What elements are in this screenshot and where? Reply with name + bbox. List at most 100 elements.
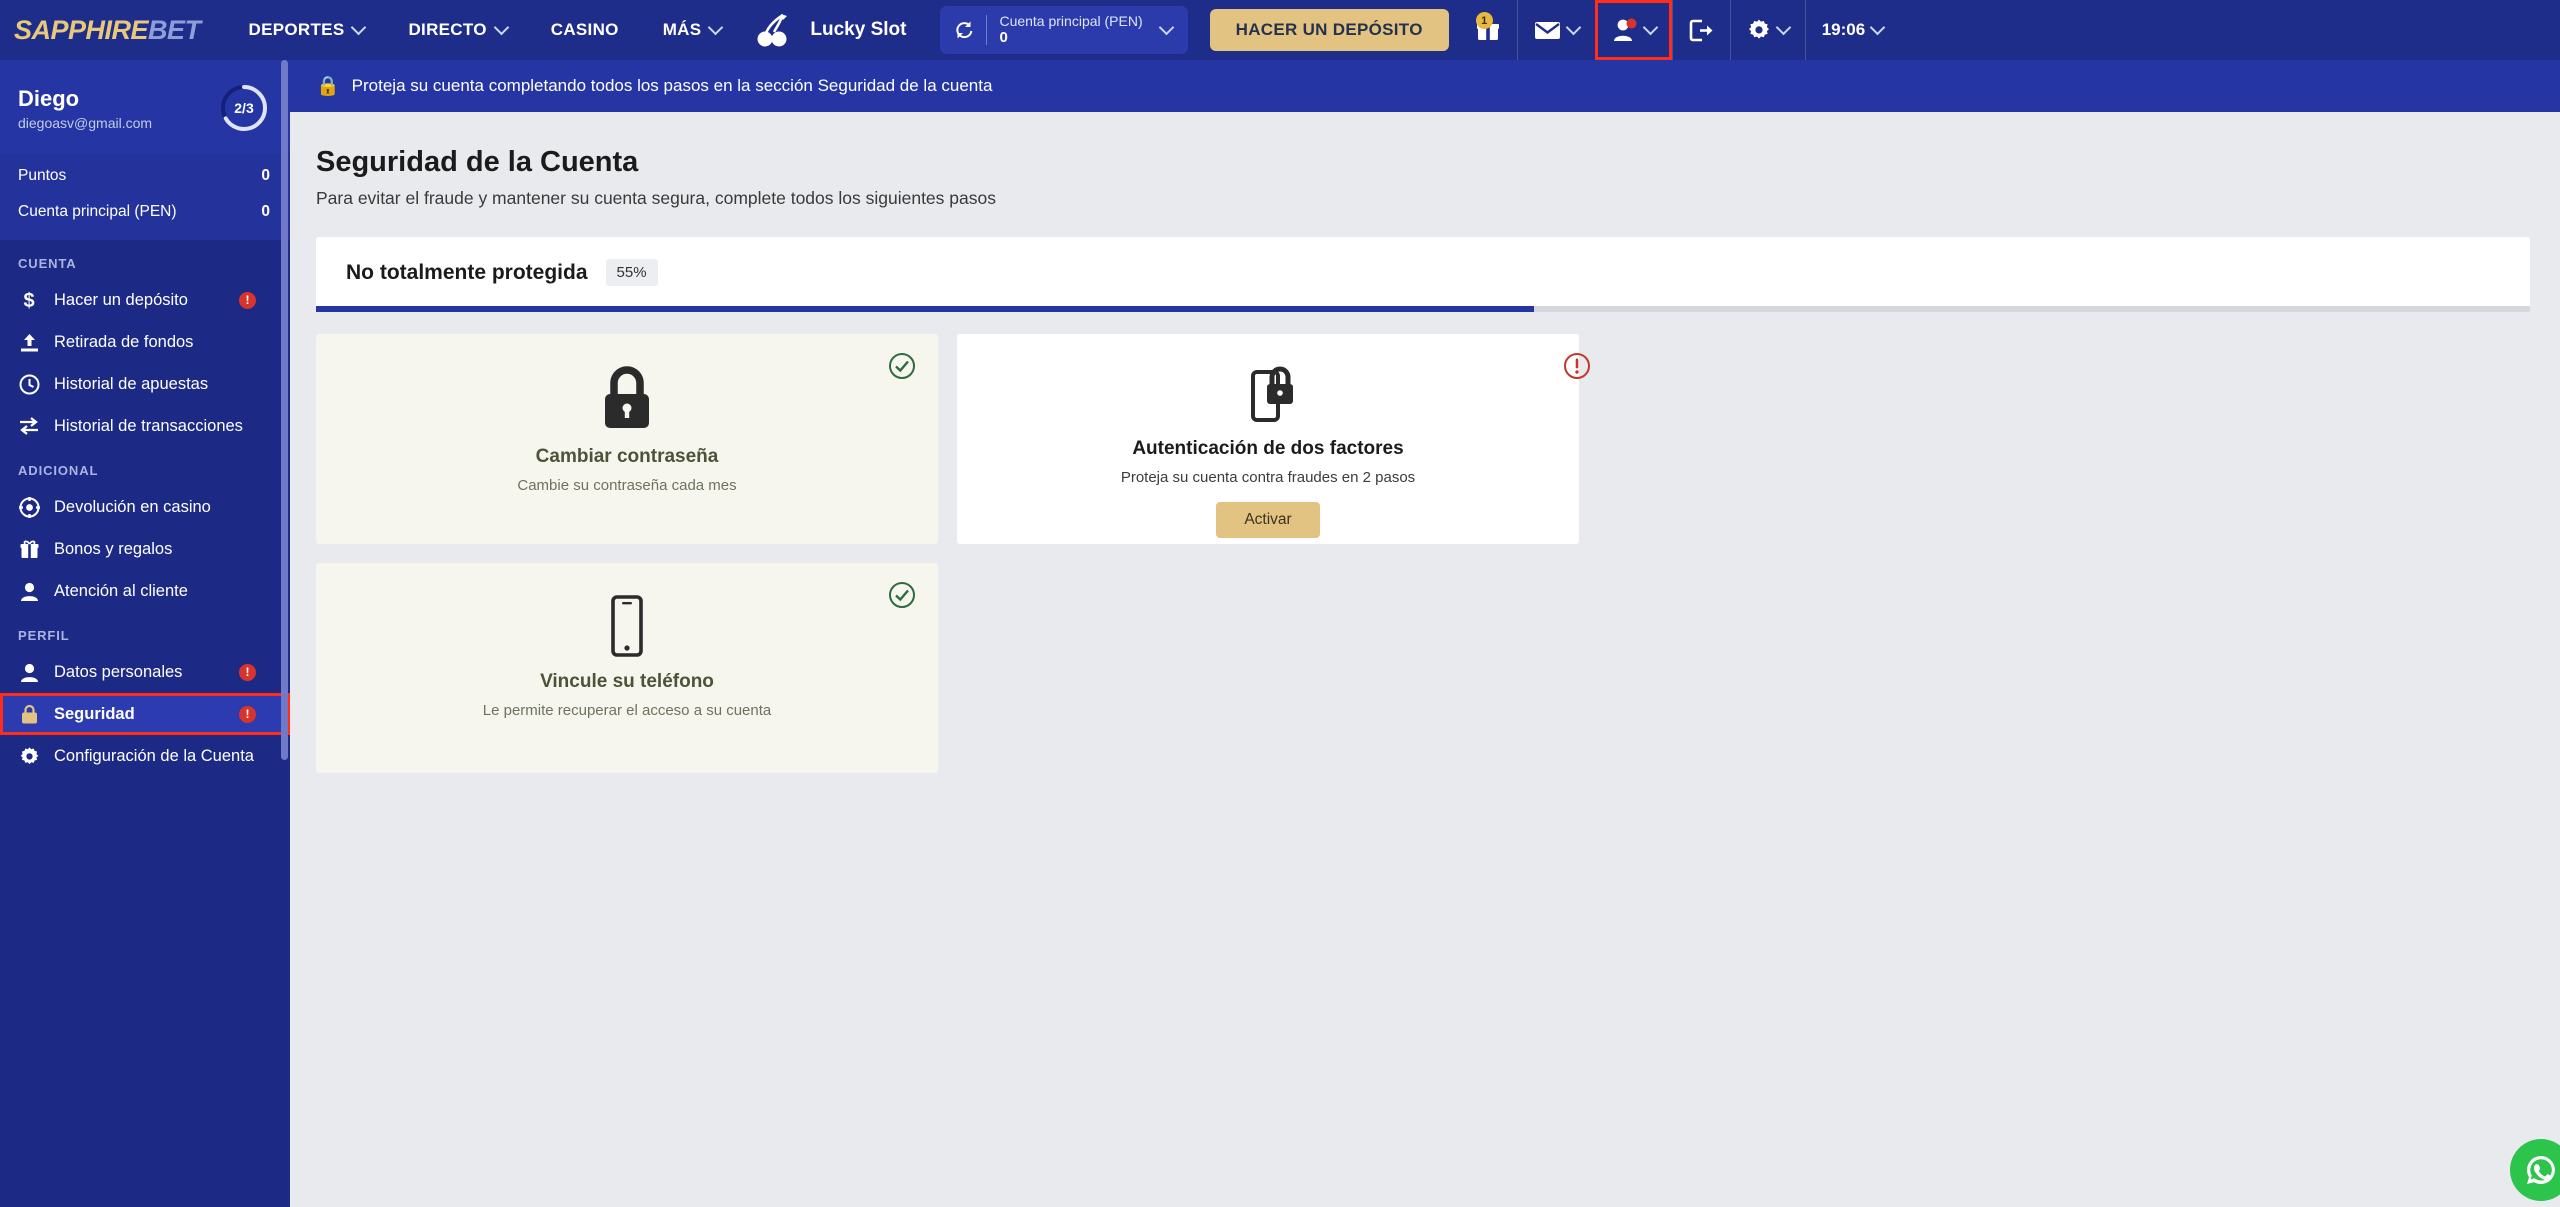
sidebar-item-configuracion-de-la-cuenta[interactable]: Configuración de la Cuenta [0,735,290,777]
profile-name: Diego [18,86,80,112]
nav-item-mas[interactable]: MÁS [641,0,744,60]
user-account-menu-button[interactable] [1594,0,1672,60]
sidebar-item-devolucion-en-casino[interactable]: Devolución en casino [0,486,290,528]
clock-label: 19:06 [1821,20,1866,39]
security-card-cambiar-contrasena[interactable]: Cambiar contraseña Cambie su contraseña … [316,334,938,544]
sidebar-balance-puntos[interactable]: Puntos 0 [0,158,290,194]
sidebar-item-label: Configuración de la Cuenta [54,746,254,765]
gear-icon [1748,19,1769,39]
sidebar-item-label: Atención al cliente [54,581,188,600]
messages-button[interactable] [1516,0,1595,60]
person-icon [18,661,40,683]
gift-icon [18,538,40,560]
protection-percent-badge: 55% [605,259,658,286]
nav-item-deportes[interactable]: DEPORTES [227,0,387,60]
logout-icon [1689,19,1713,41]
sidebar-item-label: Bonos y regalos [54,539,173,558]
sidebar-scrollbar[interactable] [281,60,288,760]
whatsapp-icon [2527,1156,2555,1184]
sidebar-item-historial-de-apuestas[interactable]: Historial de apuestas [0,363,290,405]
profile-progress-ring: 2/3 [218,82,270,134]
nav-item-casino[interactable]: CASINO [529,0,641,60]
sidebar-item-bonos-y-regalos[interactable]: Bonos y regalos [0,528,290,570]
gear-icon [18,745,40,767]
phone-icon [611,595,643,657]
sidebar: Diego diegoasv@gmail.com 2/3 Puntos 0 Cu… [0,60,290,1207]
header-icon-group: 1 19:06 [1459,0,1899,60]
support-icon [18,580,40,602]
sidebar-section-title-perfil: PERFIL [18,628,70,643]
svg-text:$: $ [23,290,34,311]
promo-lucky-slot[interactable]: Lucky Slot [743,0,922,60]
card-description: Proteja su cuenta contra fraudes en 2 pa… [1120,469,1416,486]
refresh-icon[interactable] [954,20,974,40]
divider [986,15,988,45]
logo-primary: SAPPHIRE [14,14,149,45]
upload-icon [18,331,40,353]
lock-icon: 🔒 [316,76,340,97]
main-content: 🔒 Proteja su cuenta completando todos lo… [290,60,2560,1207]
sidebar-item-datos-personales[interactable]: Datos personales ! [0,651,290,693]
sidebar-item-seguridad[interactable]: Seguridad ! [0,693,290,735]
sidebar-item-historial-de-transacciones[interactable]: Historial de transacciones [0,405,290,447]
page-title: Seguridad de la Cuenta [316,146,639,178]
sidebar-section-title-cuenta: CUENTA [18,256,77,271]
security-card-vincule-su-telefono[interactable]: Vincule su teléfono Le permite recuperar… [316,563,938,773]
notice-text: Proteja su cuenta completando todos los … [351,76,993,95]
top-header: SAPPHIREBET DEPORTES DIRECTO CASINO MÁS … [0,0,2560,60]
card-description: Cambie su contraseña cada mes [517,477,737,494]
card-description: Le permite recuperar el acceso a su cuen… [482,702,772,719]
logo-secondary: BET [148,14,201,45]
nav-label: MÁS [662,20,702,39]
alert-circle-icon [1563,352,1591,385]
card-title: Autenticación de dos factores [1132,438,1404,459]
logout-button[interactable] [1671,0,1730,60]
padlock-icon [605,366,649,428]
sidebar-item-hacer-un-deposito[interactable]: $ Hacer un depósito ! [0,279,290,321]
sidebar-item-label: Historial de apuestas [54,374,209,393]
warning-badge-icon: ! [239,663,256,681]
envelope-icon [1534,21,1560,39]
gifts-button[interactable]: 1 [1459,0,1517,60]
page-layout: Diego diegoasv@gmail.com 2/3 Puntos 0 Cu… [0,60,2560,1207]
chevron-down-icon [1775,19,1791,35]
nav-label: DIRECTO [408,20,487,39]
make-deposit-button[interactable]: HACER UN DEPÓSITO [1209,9,1449,51]
sidebar-profile[interactable]: Diego diegoasv@gmail.com 2/3 [0,60,290,154]
sidebar-item-label: Datos personales [54,662,183,681]
nav-item-directo[interactable]: DIRECTO [386,0,528,60]
protection-progress-card: No totalmente protegida 55% [316,237,2530,312]
account-balance-selector[interactable]: Cuenta principal (PEN) 0 [940,6,1188,54]
profile-email: diegoasv@gmail.com [18,114,153,131]
balance-label: Cuenta principal (PEN) [18,203,177,220]
balance-value: 0 [999,29,1008,47]
gift-badge: 1 [1475,12,1493,29]
sidebar-item-retirada-de-fondos[interactable]: Retirada de fondos [0,321,290,363]
check-circle-icon [888,581,916,614]
activate-2fa-button[interactable]: Activar [1216,502,1320,538]
transfer-icon [18,415,40,437]
sidebar-section-title-adicional: ADICIONAL [18,463,99,478]
balance-label: Cuenta principal (PEN) [999,13,1143,30]
cherry-icon [757,13,788,47]
card-title: Cambiar contraseña [535,446,719,467]
security-card-autenticacion-dos-factores[interactable]: Autenticación de dos factores Proteja su… [957,334,1590,544]
user-icon [1613,18,1637,41]
chevron-down-icon [493,19,510,35]
chevron-down-icon [1565,19,1581,35]
settings-button[interactable] [1729,0,1805,60]
clock-menu-button[interactable]: 19:06 [1804,0,1899,60]
main-nav: DEPORTES DIRECTO CASINO MÁS [227,0,744,60]
nav-label: CASINO [550,20,619,39]
sidebar-balance-cuenta-principal[interactable]: Cuenta principal (PEN) 0 [0,194,290,230]
balance-value: 0 [261,167,270,184]
profile-text: Diego diegoasv@gmail.com [18,85,152,131]
sidebar-item-atencion-al-cliente[interactable]: Atención al cliente [0,570,290,612]
profile-progress-label: 2/3 [234,100,254,116]
protection-status-label: No totalmente protegida [346,260,588,284]
warning-badge-icon: ! [239,705,256,723]
dollar-icon: $ [18,289,40,311]
balance-value: 0 [261,203,270,220]
site-logo[interactable]: SAPPHIREBET [0,0,227,60]
